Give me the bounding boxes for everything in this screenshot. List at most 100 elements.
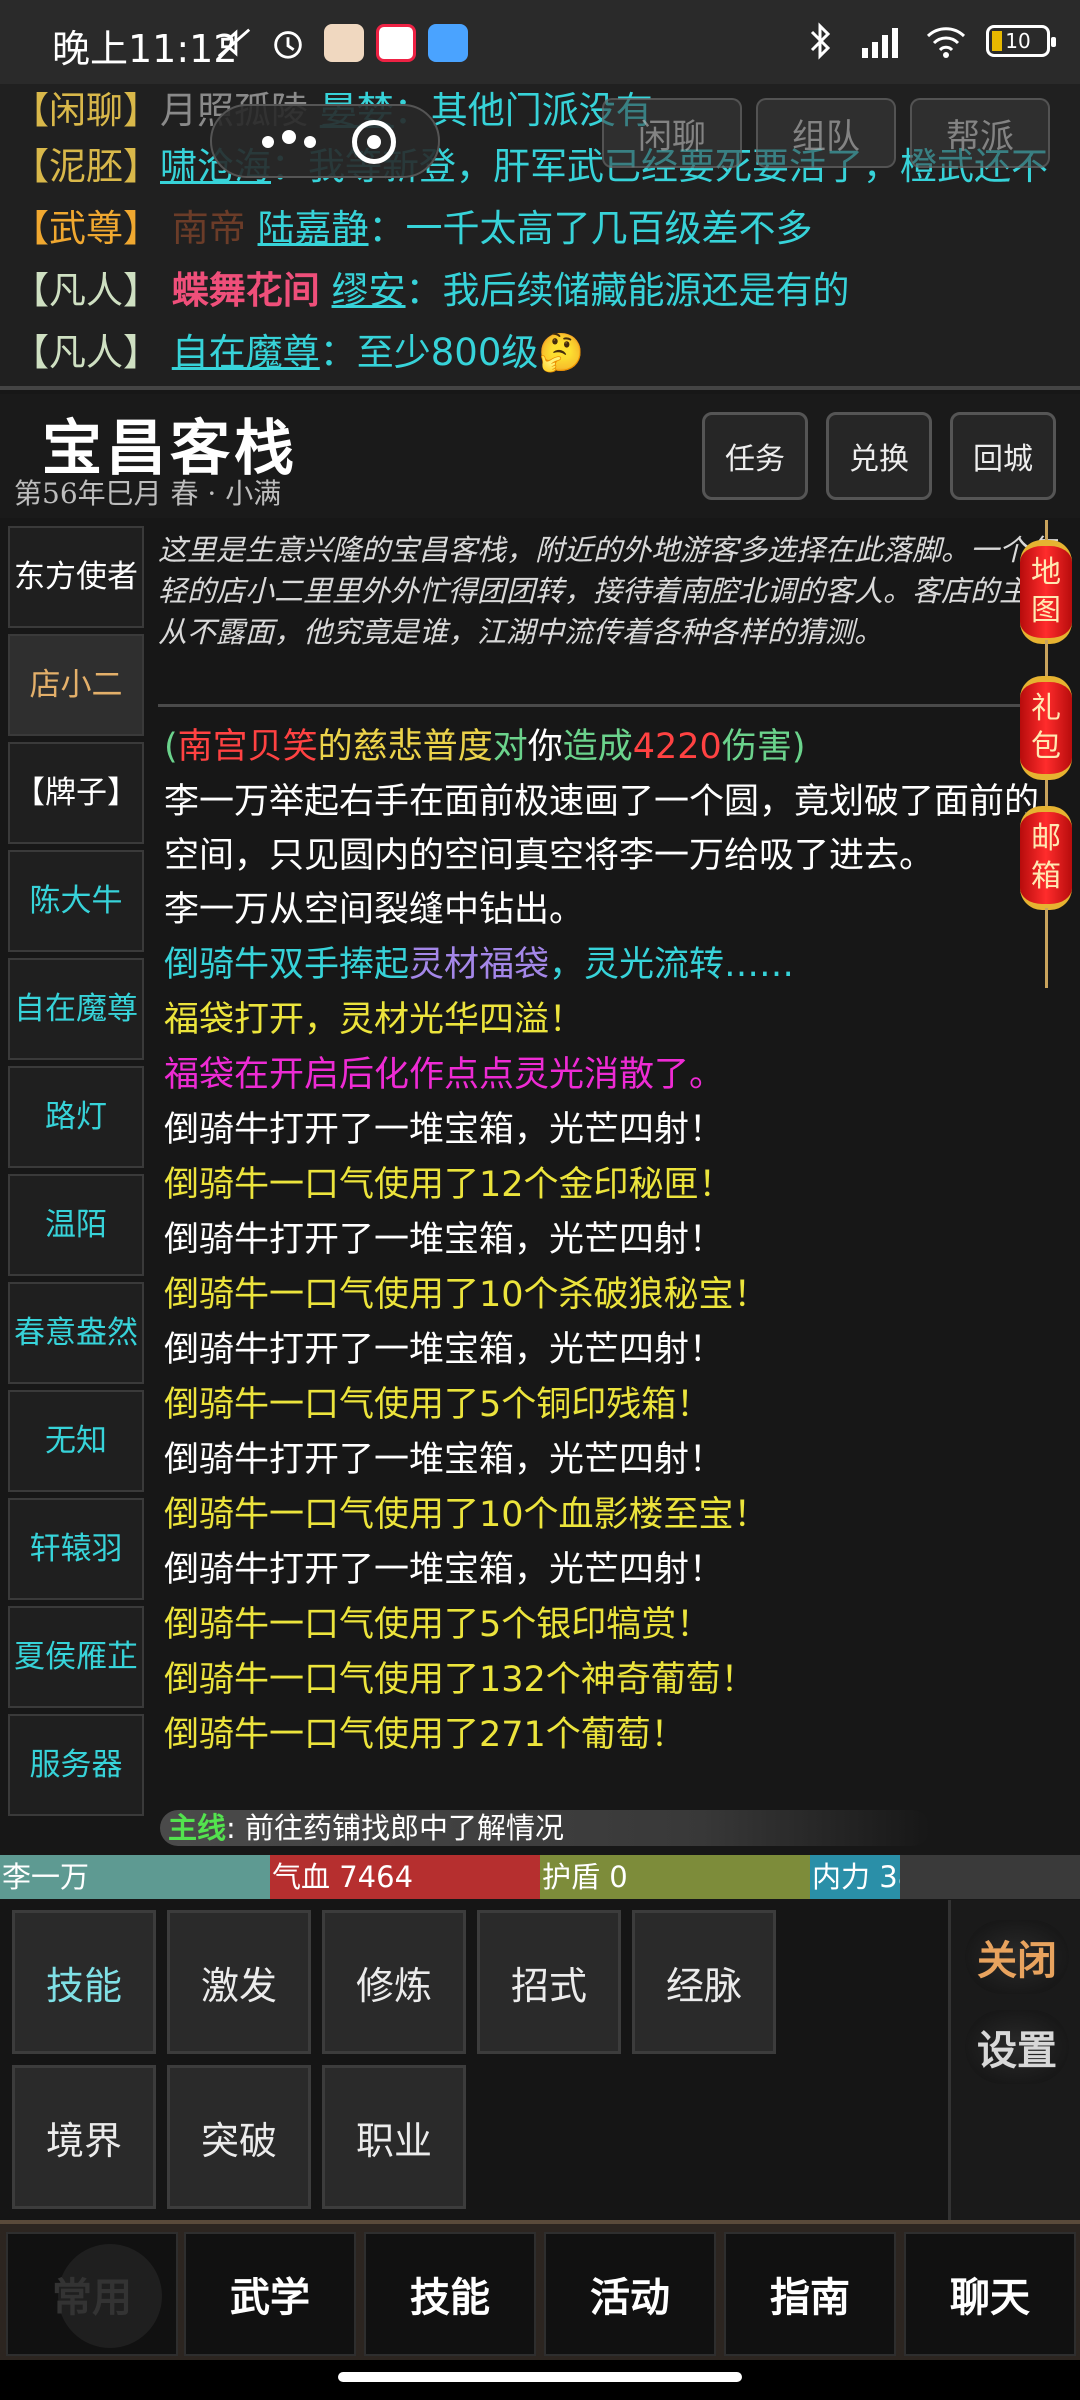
- log-line: 倒骑牛打开了一堆宝箱，光芒四射！: [164, 1110, 725, 1150]
- battery-level: 10: [1005, 29, 1031, 53]
- paren: ): [791, 727, 806, 767]
- tab-chat-guild[interactable]: 帮派: [910, 98, 1050, 168]
- alarm-icon: [274, 31, 302, 59]
- log-line: 倒骑牛打开了一堆宝箱，光芒四射！: [164, 1440, 725, 1480]
- log-text: 伤害: [721, 727, 792, 767]
- location-header: 宝昌客栈 第56年巳月 春 · 小满 任务 兑换 回城: [0, 394, 1080, 518]
- log-line: 倒骑牛打开了一堆宝箱，光芒四射！: [164, 1550, 725, 1590]
- player-stats-bar: 李一万 气血 7464 护盾 0 内力 3837: [0, 1855, 1080, 1899]
- quest-label: 主线: [168, 1811, 227, 1845]
- npc-item[interactable]: 夏侯雁芷: [8, 1606, 144, 1708]
- cultivate-action-button[interactable]: 修炼: [322, 1910, 466, 2054]
- moves-action-button[interactable]: 招式: [477, 1910, 621, 2054]
- realm-action-button[interactable]: 境界: [12, 2065, 156, 2209]
- nav-guide[interactable]: 指南: [724, 2232, 896, 2356]
- log-text: 对: [492, 727, 528, 767]
- bottom-nav: 常用 武学 技能 活动 指南 聊天: [0, 2220, 1080, 2360]
- exchange-button[interactable]: 兑换: [826, 412, 932, 500]
- close-button[interactable]: 关闭: [965, 1920, 1069, 1994]
- chat-user-title: 南帝: [171, 207, 246, 250]
- nav-skills[interactable]: 技能: [364, 2232, 536, 2356]
- damage-line: (南宫贝笑的慈悲普度对你造成4220伤害): [164, 720, 1044, 775]
- log-line: 倒骑牛一口气使用了10个血影楼至宝！: [164, 1495, 769, 1535]
- log-line: 福袋在开启后化作点点灵光消散了。: [164, 1055, 725, 1095]
- gesture-bar[interactable]: [338, 2372, 742, 2382]
- npc-item[interactable]: 温陌: [8, 1174, 144, 1276]
- bluetooth-icon: [810, 22, 831, 60]
- quest-text: : 前往药铺找郎中了解情况: [226, 1811, 565, 1845]
- mail-lantern-button[interactable]: 邮箱: [1020, 806, 1072, 910]
- nav-chat[interactable]: 聊天: [904, 2232, 1076, 2356]
- nav-common[interactable]: 常用: [6, 2232, 178, 2356]
- attacker-name: 南宫贝笑: [177, 727, 318, 767]
- record-icon: [352, 120, 396, 164]
- npc-list: 东方使者 店小二 【牌子】 陈大牛 自在魔尊 路灯 温陌 春意盎然 无知 轩辕羽…: [8, 526, 148, 1852]
- log-line: 倒骑牛一口气使用了10个杀破狼秘宝！: [164, 1275, 769, 1315]
- npc-item[interactable]: 春意盎然: [8, 1282, 144, 1384]
- mp-bar: 内力 3837: [810, 1855, 953, 1899]
- npc-item[interactable]: 轩辕羽: [8, 1498, 144, 1600]
- chat-username[interactable]: 缪安: [332, 269, 406, 312]
- log-line: 李一万举起右手在面前极速画了一个圆，竟划破了面前的空间，只见圆内的空间真空将李一…: [164, 782, 1040, 876]
- tab-chat-idle[interactable]: 闲聊: [602, 98, 742, 168]
- hd-signal-icon: [862, 28, 898, 58]
- wifi-icon: [926, 27, 966, 58]
- log-text: 造成: [562, 727, 633, 767]
- npc-item[interactable]: 路灯: [8, 1066, 144, 1168]
- log-line: 倒骑牛一口气使用了132个神奇葡萄！: [164, 1660, 756, 1700]
- shield-bar: 护盾 0: [540, 1855, 810, 1899]
- settings-button[interactable]: 设置: [965, 2010, 1069, 2084]
- return-city-button[interactable]: 回城: [950, 412, 1056, 500]
- nav-activities[interactable]: 活动: [544, 2232, 716, 2356]
- log-line: 倒骑牛一口气使用了5个银印犒赏！: [164, 1605, 712, 1645]
- hp-bar: 气血 7464: [270, 1855, 540, 1899]
- log-line: 李一万从空间裂缝中钻出。: [164, 890, 585, 930]
- chat-username[interactable]: 陆嘉静: [258, 207, 369, 250]
- breakthrough-action-button[interactable]: 突破: [167, 2065, 311, 2209]
- battery-icon: 10: [986, 25, 1056, 57]
- tab-chat-team[interactable]: 组队: [756, 98, 896, 168]
- quest-button[interactable]: 任务: [702, 412, 808, 500]
- chat-message: ：至少800级🤔: [319, 331, 585, 374]
- lantern-string: [1045, 640, 1048, 680]
- floating-menu-button[interactable]: [210, 104, 440, 178]
- lantern-tassel: [1045, 908, 1048, 988]
- divider: [158, 704, 1068, 707]
- lantern-label: 邮箱: [1031, 821, 1061, 894]
- side-panel: 关闭 设置: [948, 1900, 1080, 2220]
- mp-bar-empty: [900, 1855, 1080, 1899]
- npc-item[interactable]: 无知: [8, 1390, 144, 1492]
- log-line: 倒骑牛一口气使用了5个铜印残箱！: [164, 1385, 712, 1425]
- log-text: 你: [527, 727, 563, 767]
- nav-martial[interactable]: 武学: [184, 2232, 356, 2356]
- main-quest-banner[interactable]: 主线: 前往药铺找郎中了解情况: [160, 1810, 930, 1846]
- battle-log[interactable]: (南宫贝笑的慈悲普度对你造成4220伤害) 李一万举起右手在面前极速画了一个圆，…: [164, 720, 1044, 1825]
- meridians-action-button[interactable]: 经脉: [632, 1910, 776, 2054]
- log-text: 的: [317, 727, 353, 767]
- npc-item[interactable]: 陈大牛: [8, 850, 144, 952]
- log-line: 倒骑牛打开了一堆宝箱，光芒四射！: [164, 1330, 725, 1370]
- action-panel: 技能 激发 修炼 招式 经脉 境界 突破 职业 关闭 设置: [0, 1900, 1080, 2220]
- gift-lantern-button[interactable]: 礼包: [1020, 676, 1072, 780]
- app58-icon: [376, 24, 416, 62]
- chat-username[interactable]: 自在魔尊: [172, 331, 320, 374]
- activate-action-button[interactable]: 激发: [167, 1910, 311, 2054]
- game-date: 第56年巳月 春 · 小满: [14, 477, 282, 510]
- log-line: 倒骑牛一口气使用了12个金印秘匣！: [164, 1165, 734, 1205]
- log-line: 倒骑牛打开了一堆宝箱，光芒四射！: [164, 1220, 725, 1260]
- skill-name: 慈悲普度: [352, 727, 493, 767]
- location-description: 这里是生意兴隆的宝昌客栈，附近的外地游客多选择在此落脚。一个年轻的店小二里里外外…: [158, 533, 1058, 649]
- world-chat[interactable]: 【闲聊】月照孤陵 晏婪：其他门派没有 【泥胚】啸沧海：我等新登，肝军武已经要死要…: [0, 84, 1080, 390]
- npc-item[interactable]: 自在魔尊: [8, 958, 144, 1060]
- npc-item[interactable]: 店小二: [8, 634, 144, 736]
- nav-label: 常用: [52, 2274, 132, 2321]
- skills-action-button[interactable]: 技能: [12, 1910, 156, 2054]
- map-lantern-button[interactable]: 地图: [1020, 540, 1072, 644]
- npc-item[interactable]: 服务器: [8, 1714, 144, 1816]
- profession-action-button[interactable]: 职业: [322, 2065, 466, 2209]
- damage-amount: 4220: [632, 727, 722, 767]
- npc-item[interactable]: 东方使者: [8, 526, 144, 628]
- chat-channel-tag: 【凡人】: [12, 269, 160, 312]
- chat-user-title: 蝶舞花间: [171, 269, 320, 312]
- npc-item[interactable]: 【牌子】: [8, 742, 144, 844]
